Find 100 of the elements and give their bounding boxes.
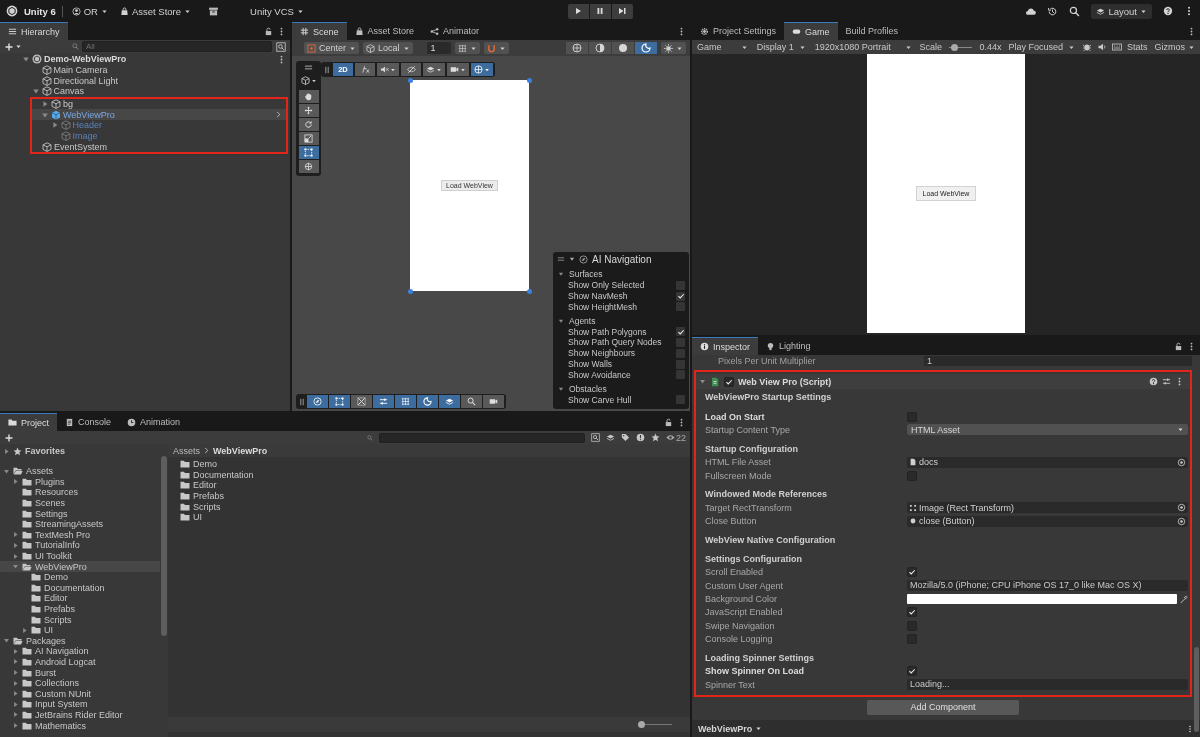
tab[interactable]: Animator	[422, 22, 488, 40]
tree-item[interactable]: Favorites	[0, 446, 160, 457]
tree-item[interactable]: EventSystem	[30, 141, 288, 155]
object-field[interactable]: docs	[907, 456, 1188, 468]
object-field[interactable]: close (Button)	[907, 515, 1188, 527]
snap-field[interactable]: 1	[426, 42, 451, 54]
tab[interactable]: Build Profiles	[837, 22, 907, 40]
tree-item[interactable]: Main Camera	[0, 64, 290, 76]
pivot-dropdown[interactable]: Center	[304, 42, 359, 54]
section-header: Settings Configuration	[704, 552, 803, 566]
add-component-button[interactable]: Add Component	[867, 700, 1019, 716]
field-label: Console Logging	[705, 633, 774, 644]
layout-dropdown[interactable]: Layout	[1091, 3, 1152, 19]
tree-item[interactable]: Burst	[0, 667, 160, 678]
folder-item[interactable]: Documentation	[180, 469, 690, 481]
tree-item[interactable]: Scenes	[0, 497, 160, 509]
tab[interactable]: Inspector	[692, 337, 759, 355]
section-title: Obstacles	[569, 383, 607, 394]
tree-item[interactable]: Directional Light	[0, 75, 290, 87]
stats-button[interactable]: Stats	[1127, 42, 1148, 52]
field-label: Target RectTransform	[705, 502, 793, 513]
section-header: WebViewPro Startup Settings	[704, 391, 833, 404]
tree-item[interactable]: Input System	[0, 699, 160, 710]
tree-item[interactable]: Android Logcat	[0, 656, 160, 668]
tree-item[interactable]: Resources	[0, 487, 160, 498]
tree-item[interactable]: Custom NUnit	[0, 688, 160, 700]
tree-item[interactable]: JetBrains Rider Editor	[0, 709, 160, 721]
folder-item[interactable]: UI	[180, 511, 690, 523]
tree-item[interactable]: StreamingAssets	[0, 518, 160, 530]
asset-store-dropdown[interactable]: Asset Store	[116, 3, 195, 19]
tree-item[interactable]: AI Navigation	[0, 646, 160, 657]
gizmos-dropdown[interactable]: Gizmos	[1152, 42, 1197, 52]
tree-item[interactable]: Documentation	[0, 582, 160, 594]
object-field[interactable]: Image (Rect Transform)	[907, 502, 1188, 514]
component-title: Web View Pro (Script)	[738, 376, 832, 387]
version-control-dropdown[interactable]: Unity VCS	[247, 3, 307, 19]
field-label: Custom User Agent	[705, 580, 785, 591]
tab[interactable]: Game	[784, 22, 838, 40]
view-dropdown[interactable]: Game	[695, 42, 750, 52]
section-header: Startup Configuration	[704, 442, 799, 456]
text-field[interactable]: Loading...	[907, 679, 1188, 690]
folder-item[interactable]: Editor	[180, 480, 690, 491]
field-label: Spinner Text	[705, 679, 756, 690]
text-field[interactable]: Mozilla/5.0 (iPhone; CPU iPhone OS 17_0 like Mac OS X)	[907, 580, 1188, 592]
display-dropdown[interactable]: Display 1	[754, 42, 808, 52]
breadcrumb-item[interactable]: WebViewPro	[213, 445, 268, 456]
option-label: Show NavMesh	[568, 291, 628, 301]
tree-item[interactable]: Mathematics	[0, 720, 160, 731]
tab[interactable]: Scene	[292, 22, 347, 40]
tab[interactable]: Project Settings	[692, 22, 785, 40]
tab[interactable]: Project	[0, 413, 57, 431]
field-label: Load On Start	[705, 411, 766, 422]
option-label: Show Path Polygons	[568, 326, 647, 337]
tree-item[interactable]: Editor	[0, 593, 160, 604]
tree-item[interactable]: WebViewPro	[0, 561, 160, 572]
dropdown[interactable]: HTML Asset	[907, 424, 1188, 436]
tree-item[interactable]: Demo	[0, 571, 160, 583]
folder-item[interactable]: Prefabs	[180, 490, 690, 502]
folder-item[interactable]: Demo	[180, 459, 690, 470]
breadcrumb-item[interactable]: Assets	[173, 445, 200, 456]
scale-value: 0.44x	[979, 42, 1002, 52]
resolution-dropdown[interactable]: 1920x1080 Portrait	[812, 42, 915, 52]
tree-item[interactable]: Packages	[0, 635, 160, 647]
tree-item[interactable]: WebViewPro	[30, 109, 288, 121]
tab[interactable]: Hierarchy	[0, 22, 68, 40]
tree-item[interactable]: Assets	[0, 466, 160, 477]
tab[interactable]: Lighting	[758, 337, 819, 355]
tree-item[interactable]: Prefabs	[0, 603, 160, 615]
tab[interactable]: Asset Store	[346, 22, 423, 40]
tab[interactable]: Animation	[119, 413, 189, 431]
scale-label: Scale	[919, 42, 942, 52]
option-label: Show Walls	[568, 359, 613, 369]
section-header: Windowed Mode References	[704, 488, 828, 502]
number-field[interactable]: 1	[924, 356, 1192, 366]
section-header: Loading Spinner Settings	[704, 651, 815, 665]
hidden-packages-button[interactable]: 22	[666, 432, 686, 443]
tab[interactable]: Console	[57, 413, 120, 431]
tree-item[interactable]: Scripts	[0, 614, 160, 625]
tree-item[interactable]: UI	[0, 624, 160, 636]
tree-item[interactable]: Demo-WebViewPro	[0, 54, 290, 65]
option-label: Show Avoidance	[568, 369, 631, 380]
search-field[interactable]: All	[82, 41, 272, 52]
tree-item[interactable]: TutorialInfo	[0, 540, 160, 551]
tree-item[interactable]: UI Toolkit	[0, 550, 160, 562]
option-label: Show Carve Hull	[568, 394, 632, 405]
tree-item[interactable]: Plugins	[0, 476, 160, 488]
field-label: Close Button	[705, 516, 758, 527]
field-label: Swipe Navigation	[705, 620, 776, 631]
tree-item[interactable]: Settings	[0, 508, 160, 519]
field-label: Startup Content Type	[705, 424, 791, 435]
tree-item[interactable]: Canvas	[0, 86, 290, 97]
play-mode-dropdown[interactable]: Play Focused	[1006, 42, 1077, 52]
option-label: Show Neighbours	[568, 348, 636, 359]
field-label: Fullscreen Mode	[705, 470, 773, 481]
tree-item[interactable]: Collections	[0, 677, 160, 689]
account-dropdown[interactable]: OR	[68, 3, 111, 19]
space-dropdown[interactable]: Local	[363, 42, 413, 54]
object-dropdown[interactable]: WebViewPro	[698, 723, 763, 734]
folder-item[interactable]: Scripts	[180, 501, 690, 512]
tree-item[interactable]: TextMesh Pro	[0, 529, 160, 541]
